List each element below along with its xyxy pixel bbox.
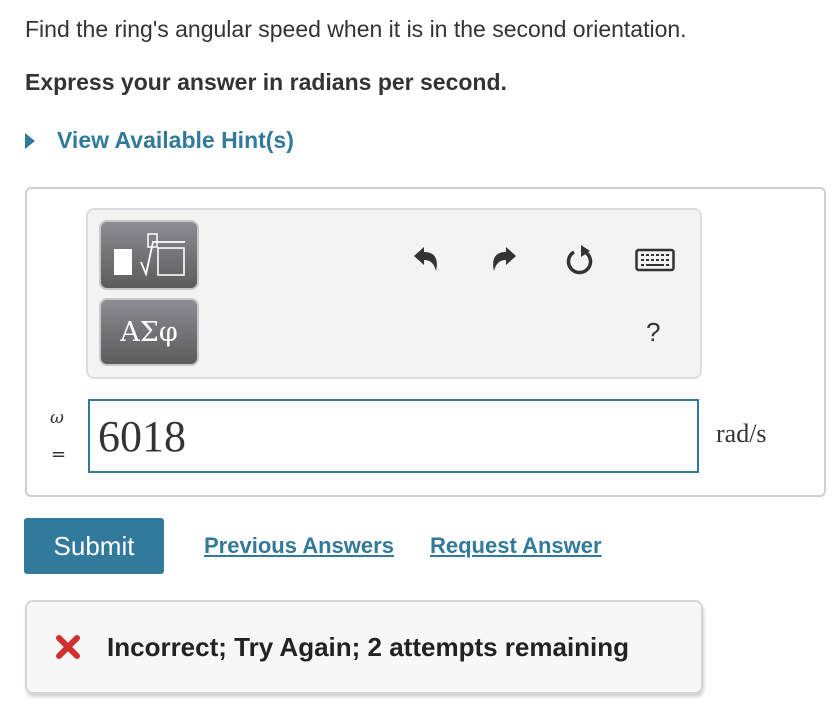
redo-icon xyxy=(493,247,516,271)
math-toolbar: ΑΣφ ? xyxy=(86,208,702,379)
symbols-button[interactable]: ΑΣφ xyxy=(99,298,199,366)
feedback-message-box: Incorrect; Try Again; 2 attempts remaini… xyxy=(25,600,703,694)
previous-answers-link[interactable]: Previous Answers xyxy=(204,533,394,559)
caret-right-icon xyxy=(25,132,35,149)
view-hints-link[interactable]: View Available Hint(s) xyxy=(57,127,294,154)
submit-button[interactable]: Submit xyxy=(24,518,164,574)
variable-label: ω xyxy=(50,408,64,428)
feedback-text: Incorrect; Try Again; 2 attempts remaini… xyxy=(107,631,630,662)
view-hints-toggle[interactable]: View Available Hint(s) xyxy=(25,127,294,154)
undo-button[interactable] xyxy=(410,243,444,277)
keyboard-button[interactable] xyxy=(634,246,676,274)
symbols-label: ΑΣφ xyxy=(120,316,178,348)
undo-icon xyxy=(414,247,437,271)
question-prompt: Find the ring's angular speed when it is… xyxy=(25,16,687,42)
redo-button[interactable] xyxy=(486,243,520,277)
reset-icon xyxy=(566,245,593,275)
x-icon xyxy=(55,634,81,660)
equals-sign: = xyxy=(51,444,67,465)
answer-input[interactable] xyxy=(88,399,699,473)
reset-button[interactable] xyxy=(562,241,598,279)
templates-icon xyxy=(114,233,185,277)
answer-instruction: Express your answer in radians per secon… xyxy=(25,69,507,95)
request-answer-link[interactable]: Request Answer xyxy=(430,533,602,559)
keyboard-icon xyxy=(635,248,675,272)
templates-button[interactable] xyxy=(99,220,199,290)
help-button[interactable]: ? xyxy=(646,317,660,348)
units-label: rad/s xyxy=(716,419,767,448)
